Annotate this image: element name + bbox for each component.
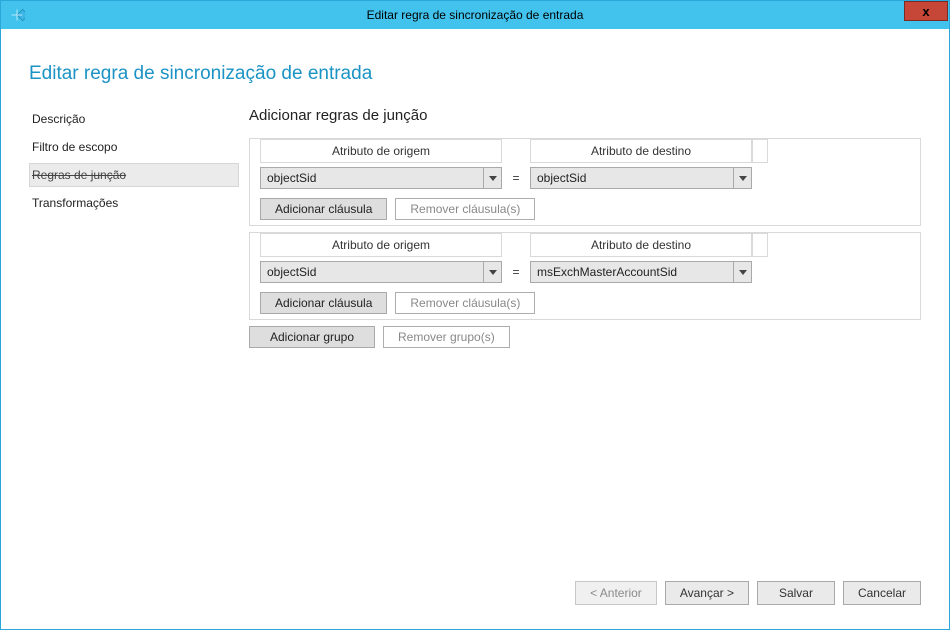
button-label: Remover cláusula(s) (410, 296, 520, 310)
button-label: Adicionar cláusula (275, 202, 372, 216)
chevron-down-icon (483, 262, 501, 282)
button-label: Salvar (779, 586, 813, 600)
wizard-footer: < Anterior Avançar > Salvar Cancelar (1, 581, 949, 619)
section-title: Adicionar regras de junção (249, 107, 921, 124)
titlebar: Editar regra de sincronização de entrada… (1, 1, 949, 29)
column-header-target: Atributo de destino (530, 139, 752, 163)
column-header-spacer (502, 139, 530, 163)
save-button[interactable]: Salvar (757, 581, 835, 605)
button-label: Remover cláusula(s) (410, 202, 520, 216)
clause-buttons: Adicionar cláusula Remover cláusula(s) (250, 287, 920, 319)
source-attribute-dropdown[interactable]: objectSid (260, 261, 502, 283)
dropdown-value: objectSid (531, 171, 733, 185)
column-header-source: Atributo de origem (260, 233, 502, 257)
columns-header: Atributo de origem Atributo de destino (250, 233, 920, 257)
button-label: < Anterior (590, 586, 642, 600)
add-clause-button[interactable]: Adicionar cláusula (260, 198, 387, 220)
sidebar-item-label: Filtro de escopo (32, 140, 117, 154)
target-attribute-dropdown[interactable]: msExchMasterAccountSid (530, 261, 752, 283)
window: Editar regra de sincronização de entrada… (0, 0, 950, 630)
column-header-source: Atributo de origem (260, 139, 502, 163)
back-button[interactable]: < Anterior (575, 581, 657, 605)
button-label: Adicionar cláusula (275, 296, 372, 310)
remove-group-button[interactable]: Remover grupo(s) (383, 326, 510, 348)
sidebar-item-label: Regras de junção (32, 168, 126, 182)
clause-row: objectSid = msExchMasterAccountSid (250, 257, 920, 287)
chevron-down-icon (733, 168, 751, 188)
button-label: Remover grupo(s) (398, 330, 495, 344)
join-group: Atributo de origem Atributo de destino o… (249, 138, 921, 226)
target-attribute-dropdown[interactable]: objectSid (530, 167, 752, 189)
clause-row: objectSid = objectSid (250, 163, 920, 193)
remove-clause-button[interactable]: Remover cláusula(s) (395, 198, 535, 220)
button-label: Cancelar (858, 586, 906, 600)
sidebar-item-description[interactable]: Descrição (29, 107, 239, 131)
remove-clause-button[interactable]: Remover cláusula(s) (395, 292, 535, 314)
dropdown-value: objectSid (261, 265, 483, 279)
cancel-button[interactable]: Cancelar (843, 581, 921, 605)
equals-label: = (502, 171, 530, 185)
page-heading: Editar regra de sincronização de entrada (29, 63, 949, 85)
app-icon (9, 7, 25, 23)
dropdown-value: objectSid (261, 171, 483, 185)
chevron-down-icon (483, 168, 501, 188)
sidebar-item-join-rules[interactable]: Regras de junção (29, 163, 239, 187)
source-attribute-dropdown[interactable]: objectSid (260, 167, 502, 189)
close-button[interactable]: x (904, 1, 948, 21)
client-area: Editar regra de sincronização de entrada… (1, 29, 949, 629)
dropdown-value: msExchMasterAccountSid (531, 265, 733, 279)
sidebar-item-label: Transformações (32, 196, 118, 210)
columns-header: Atributo de origem Atributo de destino (250, 139, 920, 163)
sidebar-item-scope-filter[interactable]: Filtro de escopo (29, 135, 239, 159)
sidebar-item-transformations[interactable]: Transformações (29, 191, 239, 215)
column-header-spacer (502, 233, 530, 257)
window-title: Editar regra de sincronização de entrada (1, 8, 949, 22)
button-label: Adicionar grupo (270, 330, 354, 344)
body-row: Descrição Filtro de escopo Regras de jun… (1, 107, 949, 581)
join-group: Atributo de origem Atributo de destino o… (249, 232, 921, 320)
close-icon: x (922, 5, 929, 18)
sidebar: Descrição Filtro de escopo Regras de jun… (29, 107, 239, 581)
next-button[interactable]: Avançar > (665, 581, 749, 605)
sidebar-item-label: Descrição (32, 112, 85, 126)
equals-label: = (502, 265, 530, 279)
main-panel: Adicionar regras de junção Atributo de o… (239, 107, 921, 581)
chevron-down-icon (733, 262, 751, 282)
add-clause-button[interactable]: Adicionar cláusula (260, 292, 387, 314)
clause-buttons: Adicionar cláusula Remover cláusula(s) (250, 193, 920, 225)
button-label: Avançar > (680, 586, 734, 600)
add-group-button[interactable]: Adicionar grupo (249, 326, 375, 348)
column-header-end (752, 233, 768, 257)
group-buttons: Adicionar grupo Remover grupo(s) (249, 326, 921, 348)
column-header-end (752, 139, 768, 163)
column-header-target: Atributo de destino (530, 233, 752, 257)
